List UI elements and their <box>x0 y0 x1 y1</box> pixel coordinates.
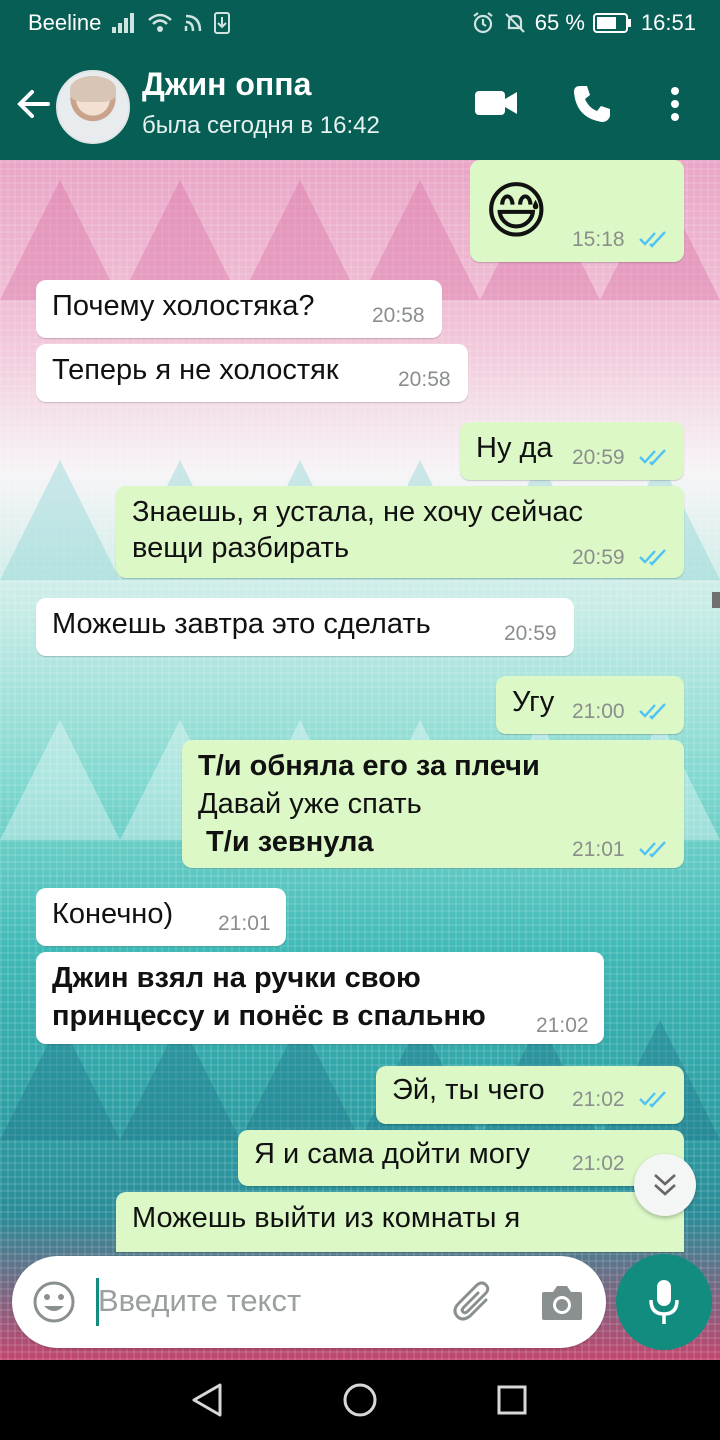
carrier-label: Beeline <box>28 10 102 35</box>
back-nav-icon[interactable] <box>190 1382 224 1418</box>
emoji-icon[interactable] <box>32 1280 76 1324</box>
message-bubble-outgoing[interactable]: Т/и обняла его за плечи Давай уже спать … <box>182 740 684 868</box>
avatar[interactable] <box>56 70 130 144</box>
wifi-icon <box>148 13 173 32</box>
message-time: 20:59 <box>504 622 557 645</box>
message-text: вещи разбирать <box>132 532 350 564</box>
read-ticks-icon <box>639 231 666 248</box>
message-text: принцессу и понёс в спальню <box>52 1000 486 1032</box>
clock: 16:51 <box>640 10 696 35</box>
message-composer: Введите текст <box>12 1256 606 1348</box>
message-text: Т/и зевнула <box>198 826 374 858</box>
message-text: Знаешь, я устала, не хочу сейчас <box>132 496 584 528</box>
message-bubble-outgoing[interactable]: Эй, ты чего 21:02 <box>376 1066 684 1124</box>
message-text: Джин взял на ручки свою <box>52 962 421 994</box>
message-text: Можешь выйти из комнаты я <box>132 1202 521 1234</box>
message-bubble-incoming[interactable]: Конечно) 21:01 <box>36 888 286 946</box>
home-nav-icon[interactable] <box>342 1382 378 1418</box>
scrollbar-thumb[interactable] <box>712 592 720 608</box>
message-text: Конечно) <box>52 898 174 930</box>
message-time: 21:01 <box>218 912 271 935</box>
message-text: Я и сама дойти могу <box>254 1138 530 1170</box>
message-bubble-incoming[interactable]: Можешь завтра это сделать 20:59 <box>36 598 574 656</box>
battery-percent: 65 % <box>534 10 585 35</box>
message-time: 20:58 <box>398 368 451 391</box>
message-text: Можешь завтра это сделать <box>52 608 431 640</box>
message-bubble-outgoing[interactable]: Ну да 20:59 <box>460 422 684 480</box>
message-bubble-outgoing[interactable]: Знаешь, я устала, не хочу сейчас вещи ра… <box>116 486 684 578</box>
message-text: Теперь я не холостяк <box>52 354 339 386</box>
read-ticks-icon <box>639 449 666 466</box>
message-time: 21:00 <box>572 700 625 723</box>
mute-icon <box>505 13 525 33</box>
message-text: Т/и обняла его за плечи <box>198 750 540 782</box>
paperclip-icon[interactable] <box>452 1280 496 1324</box>
recents-nav-icon[interactable] <box>496 1384 528 1416</box>
phone-icon[interactable] <box>572 84 612 124</box>
signal-icon <box>112 13 135 33</box>
system-nav-bar <box>0 1360 720 1440</box>
contact-name[interactable]: Джин оппа <box>142 66 311 103</box>
message-bubble-outgoing[interactable]: 😅 15:18 <box>470 160 684 262</box>
voice-message-button[interactable] <box>616 1254 712 1350</box>
mic-icon <box>649 1280 679 1324</box>
more-vert-icon[interactable] <box>668 86 682 122</box>
message-text: Давай уже спать <box>198 788 422 820</box>
alarm-icon <box>473 12 493 34</box>
message-time: 20:59 <box>572 546 625 569</box>
message-text: Угу <box>512 686 555 718</box>
message-text: Почему холостяка? <box>52 290 315 322</box>
message-bubble-outgoing[interactable]: Можешь выйти из комнаты я <box>116 1192 684 1252</box>
read-ticks-icon <box>639 703 666 720</box>
message-bubble-outgoing[interactable]: Угу 21:00 <box>496 676 684 734</box>
message-time: 21:02 <box>572 1088 625 1111</box>
message-time: 21:02 <box>572 1152 625 1175</box>
message-time: 20:58 <box>372 304 425 327</box>
camera-icon[interactable] <box>540 1282 584 1322</box>
nfc-icon <box>185 14 202 32</box>
status-bar: Beeline 65 % 16:51 <box>0 0 720 48</box>
message-bubble-incoming[interactable]: Почему холостяка? 20:58 <box>36 280 442 338</box>
last-seen-status: была сегодня в 16:42 <box>142 112 380 139</box>
chat-header: Джин оппа была сегодня в 16:42 <box>0 48 720 160</box>
scroll-to-bottom-button[interactable] <box>634 1154 696 1216</box>
battery-icon <box>592 13 631 33</box>
message-bubble-outgoing[interactable]: Я и сама дойти могу 21:02 <box>238 1130 684 1186</box>
message-time: 21:02 <box>536 1014 589 1037</box>
read-ticks-icon <box>639 1091 666 1108</box>
video-call-icon[interactable] <box>474 88 518 118</box>
read-ticks-icon <box>639 841 666 858</box>
message-emoji: 😅 <box>484 177 549 246</box>
message-text: Эй, ты чего <box>392 1074 545 1106</box>
chevron-double-down-icon <box>654 1174 676 1196</box>
message-time: 15:18 <box>572 228 625 251</box>
arrow-left-icon[interactable] <box>14 84 54 124</box>
message-time: 20:59 <box>572 446 625 469</box>
message-time: 21:01 <box>572 838 625 861</box>
message-text: Ну да <box>476 432 553 464</box>
download-icon <box>214 12 231 34</box>
message-bubble-incoming[interactable]: Теперь я не холостяк 20:58 <box>36 344 468 402</box>
message-bubble-incoming[interactable]: Джин взял на ручки свою принцессу и понё… <box>36 952 604 1044</box>
message-input[interactable]: Введите текст <box>98 1283 301 1319</box>
read-ticks-icon <box>639 549 666 566</box>
